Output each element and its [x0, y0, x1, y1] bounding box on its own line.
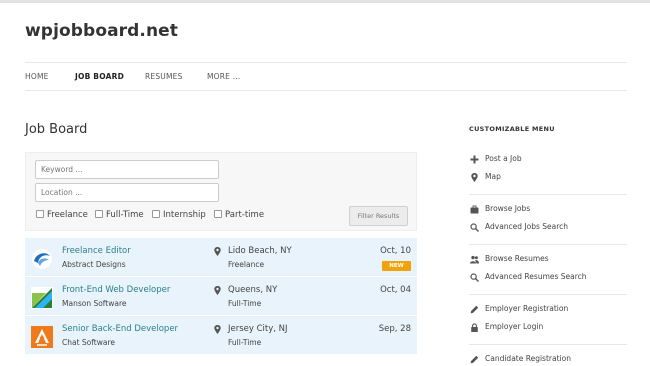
briefcase-icon: [470, 205, 479, 214]
job-type: Freelance: [228, 260, 265, 269]
checkbox-full-time[interactable]: Full-Time: [95, 210, 144, 222]
sidebar-divider: [469, 244, 627, 245]
job-type: Full-Time: [228, 299, 262, 308]
chat-software-logo: [31, 326, 53, 348]
checkbox-label: Full-Time: [106, 210, 144, 220]
sidebar-divider: [469, 194, 627, 195]
checkbox-internship[interactable]: Internship: [152, 210, 206, 222]
top-border: [0, 0, 650, 3]
sidebar-item-label: Employer Registration: [485, 304, 569, 313]
sidebar-item-label: Advanced Jobs Search: [485, 222, 569, 231]
sidebar-item-label: Post a Job: [485, 154, 522, 163]
map-marker-icon: [471, 173, 478, 182]
job-list: Freelance Editor Abstract Designs Lido B…: [25, 238, 417, 355]
checkbox-box[interactable]: [152, 210, 160, 218]
checkbox-label: Freelance: [47, 210, 88, 220]
checkbox-box[interactable]: [36, 210, 44, 218]
checkbox-box[interactable]: [214, 210, 222, 218]
sidebar-item-label: Browse Resumes: [485, 254, 549, 263]
job-location: Lido Beach, NY: [228, 246, 292, 256]
new-badge: NEW: [382, 261, 411, 271]
location-input[interactable]: [35, 183, 219, 202]
map-marker-icon: [214, 286, 221, 295]
job-type: Full-Time: [228, 338, 262, 347]
sidebar-divider: [469, 294, 627, 295]
job-location: Queens, NY: [228, 285, 278, 295]
job-row[interactable]: Front-End Web Developer Manson Software …: [25, 277, 417, 316]
job-company: Manson Software: [62, 299, 127, 308]
sidebar-divider: [469, 344, 627, 345]
job-company: Chat Software: [62, 338, 115, 347]
abstract-designs-logo: [32, 249, 52, 269]
main-navigation: HOME JOB BOARD RESUMES MORE ...: [25, 62, 627, 91]
map-marker-icon: [214, 325, 221, 334]
nav-item-job-board[interactable]: JOB BOARD: [75, 72, 124, 81]
job-title[interactable]: Senior Back-End Developer: [62, 324, 178, 334]
filter-results-button[interactable]: Filter Results: [349, 206, 408, 226]
page-title: Job Board: [25, 122, 88, 137]
sidebar-item-label: Advanced Resumes Search: [485, 272, 587, 281]
keyword-input[interactable]: [35, 160, 219, 179]
pencil-icon: [470, 305, 479, 314]
checkbox-freelance[interactable]: Freelance: [36, 210, 88, 222]
job-date: Oct, 04: [380, 285, 411, 295]
lock-icon: [471, 323, 478, 332]
plus-icon: [470, 155, 479, 164]
sidebar-item-label: Candidate Registration: [485, 354, 571, 363]
search-icon: [470, 273, 479, 282]
checkbox-label: Part-time: [225, 210, 265, 220]
job-title[interactable]: Freelance Editor: [62, 246, 131, 256]
search-icon: [470, 223, 479, 232]
nav-item-more[interactable]: MORE ...: [207, 72, 240, 81]
sidebar-item-label: Map: [485, 172, 501, 181]
job-company: Abstract Designs: [62, 260, 126, 269]
sidebar-item-label: Browse Jobs: [485, 204, 531, 213]
sidebar-item-label: Employer Login: [485, 322, 544, 331]
job-location: Jersey City, NJ: [228, 324, 288, 334]
manson-software-logo: [31, 287, 53, 309]
job-title[interactable]: Front-End Web Developer: [62, 285, 170, 295]
site-title[interactable]: wpjobboard.net: [25, 21, 178, 41]
pencil-icon: [470, 355, 479, 364]
nav-item-home[interactable]: HOME: [25, 72, 49, 81]
nav-item-resumes[interactable]: RESUMES: [145, 72, 183, 81]
users-icon: [470, 255, 479, 264]
job-search-form: Freelance Full-Time Internship Part-time…: [25, 152, 417, 231]
checkbox-box[interactable]: [95, 210, 103, 218]
sidebar-heading: CUSTOMIZABLE MENU: [469, 125, 555, 133]
job-date: Sep, 28: [378, 324, 411, 334]
job-date: Oct, 10: [380, 246, 411, 256]
checkbox-label: Internship: [163, 210, 206, 220]
map-marker-icon: [214, 247, 221, 256]
job-row[interactable]: Freelance Editor Abstract Designs Lido B…: [25, 238, 417, 277]
checkbox-part-time[interactable]: Part-time: [214, 210, 264, 222]
job-row[interactable]: Senior Back-End Developer Chat Software …: [25, 316, 417, 355]
